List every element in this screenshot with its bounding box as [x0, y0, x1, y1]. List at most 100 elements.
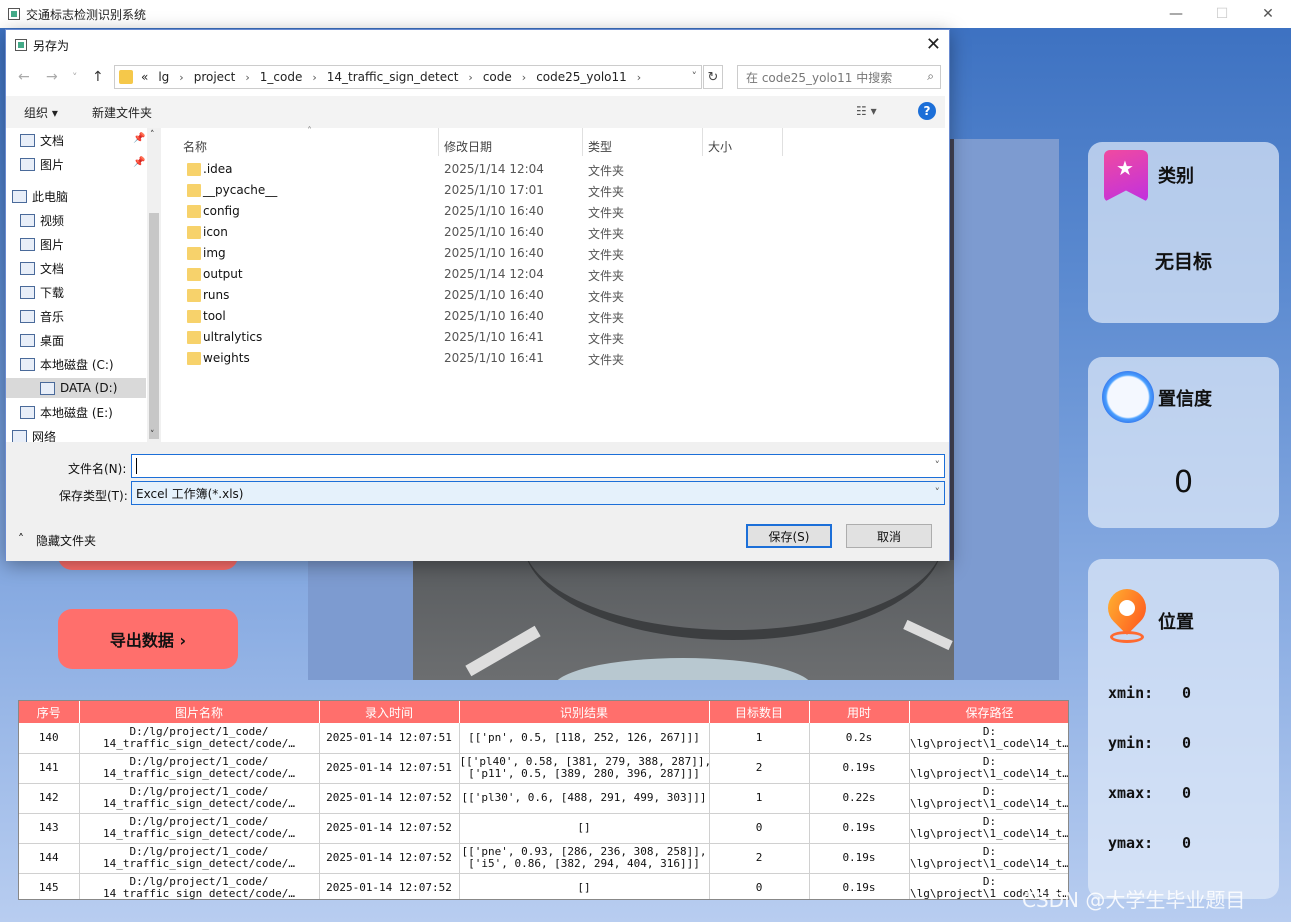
nav-item[interactable]: 下载: [20, 282, 64, 302]
filetype-dropdown-icon[interactable]: ˅: [935, 486, 941, 499]
nav-item[interactable]: 视频: [20, 210, 64, 230]
table-header-cell[interactable]: 录入时间: [319, 701, 460, 723]
recent-dropdown-icon[interactable]: ˅: [72, 71, 78, 84]
export-data-button[interactable]: 导出数据 ›: [58, 609, 238, 669]
refresh-icon[interactable]: ↻: [703, 65, 723, 89]
navigation-pane: 文档 📌 图片 📌 此电脑 视频 图片 文档 下载 音乐 桌面 本地磁盘 (C:) DATA (D:) 本…: [6, 128, 161, 442]
file-name: config: [203, 204, 240, 218]
new-folder-button[interactable]: 新建文件夹: [92, 104, 152, 121]
dialog-close-button[interactable]: ✕: [926, 34, 941, 55]
filetype-select[interactable]: Excel 工作簿(*.xls) ˅: [131, 481, 945, 505]
forward-arrow-icon[interactable]: →: [46, 69, 58, 85]
hide-folders-toggle[interactable]: 隐藏文件夹: [36, 532, 96, 549]
file-row[interactable]: ultralytics 2025/1/10 16:41 文件夹: [181, 328, 781, 348]
filename-input[interactable]: ˅: [131, 454, 945, 478]
column-size[interactable]: 大小: [708, 138, 732, 155]
back-arrow-icon[interactable]: ←: [18, 69, 30, 85]
ymax-value: 0: [1182, 834, 1192, 852]
nav-item-icon: [20, 237, 35, 251]
column-name[interactable]: 名称: [183, 138, 207, 155]
table-row[interactable]: 142 D:/lg/project/1_code/ 14_traffic_sign…: [19, 783, 1068, 814]
breadcrumb-overflow[interactable]: «: [141, 70, 148, 84]
nav-item[interactable]: 此电脑: [12, 186, 68, 206]
breadcrumb-1-code[interactable]: 1_code: [260, 70, 303, 84]
file-type: 文件夹: [588, 353, 625, 367]
table-row[interactable]: 145 D:/lg/project/1_code/ 14_traffic_sign…: [19, 873, 1068, 899]
address-bar[interactable]: « lg › project › 1_code › 14_traffic_sign_d…: [114, 65, 702, 89]
organize-menu[interactable]: 组织 ▾: [24, 104, 58, 121]
table-row[interactable]: 141 D:/lg/project/1_code/ 14_traffic_sign…: [19, 753, 1068, 784]
table-row[interactable]: 143 D:/lg/project/1_code/ 14_traffic_sign…: [19, 813, 1068, 844]
minimize-button[interactable]: —: [1153, 0, 1199, 28]
close-button[interactable]: ✕: [1245, 0, 1291, 28]
nav-item-label: 网络: [32, 429, 57, 443]
file-list: 名称 ˄ 修改日期 类型 大小 .idea 2025/1/14 12:04 文件夹 _…: [161, 126, 945, 442]
ymin-row: ymin: 0: [1108, 734, 1191, 752]
nav-item[interactable]: 图片: [20, 154, 64, 174]
xmax-value: 0: [1182, 784, 1192, 802]
filename-dropdown-icon[interactable]: ˅: [935, 459, 941, 472]
dialog-toolbar: 组织 ▾ 新建文件夹 ☷ ▾ ?: [6, 96, 945, 128]
nav-item[interactable]: 桌面: [20, 330, 64, 350]
hide-folders-chevron-icon[interactable]: ˄: [18, 532, 24, 546]
nav-item[interactable]: 音乐: [20, 306, 64, 326]
nav-item[interactable]: 本地磁盘 (C:): [20, 354, 114, 374]
address-bar-row: ← → ˅ ↑ « lg › project › 1_code › 14_traffi…: [6, 64, 951, 92]
table-header-cell[interactable]: 用时: [809, 701, 910, 723]
table-header-cell[interactable]: 保存路径: [909, 701, 1068, 723]
breadcrumb-code[interactable]: code: [483, 70, 512, 84]
file-row[interactable]: icon 2025/1/10 16:40 文件夹: [181, 223, 781, 243]
search-input[interactable]: 在 code25_yolo11 中搜索 ⌕: [737, 65, 941, 89]
file-name: ultralytics: [203, 330, 263, 344]
table-cell: 2025-01-14 12:07:52: [319, 813, 460, 844]
nav-item[interactable]: 本地磁盘 (E:): [20, 402, 113, 422]
nav-item-icon: [40, 381, 55, 395]
file-type: 文件夹: [588, 185, 625, 199]
file-date: 2025/1/14 12:04: [444, 267, 544, 281]
nav-item[interactable]: 文档: [20, 130, 64, 150]
file-row[interactable]: __pycache__ 2025/1/10 17:01 文件夹: [181, 181, 781, 201]
file-row[interactable]: weights 2025/1/10 16:41 文件夹: [181, 349, 781, 369]
save-button[interactable]: 保存(S): [746, 524, 832, 548]
file-row[interactable]: config 2025/1/10 16:40 文件夹: [181, 202, 781, 222]
nav-item[interactable]: DATA (D:): [6, 378, 146, 398]
search-icon: ⌕: [927, 69, 934, 83]
file-date: 2025/1/14 12:04: [444, 162, 544, 176]
nav-item[interactable]: 图片: [20, 234, 64, 254]
pin-icon[interactable]: 📌: [133, 133, 145, 144]
file-row[interactable]: tool 2025/1/10 16:40 文件夹: [181, 307, 781, 327]
nav-item[interactable]: 文档: [20, 258, 64, 278]
view-options-icon[interactable]: ☷ ▾: [856, 104, 877, 118]
table-header-cell[interactable]: 识别结果: [459, 701, 710, 723]
table-header-cell[interactable]: 目标数目: [709, 701, 810, 723]
help-icon[interactable]: ?: [918, 102, 936, 120]
table-cell: [['pl30', 0.6, [488, 291, 499, 303]]]: [459, 783, 710, 814]
pin-icon[interactable]: 📌: [133, 157, 145, 168]
breadcrumb-lg[interactable]: lg: [158, 70, 169, 84]
table-cell: 2025-01-14 12:07:51: [319, 723, 460, 754]
results-table[interactable]: 序号 图片名称 录入时间 识别结果 目标数目 用时 保存路径 140 D:/lg/projec…: [18, 700, 1069, 900]
nav-scrollbar[interactable]: ˄ ˅: [147, 128, 161, 442]
cancel-button[interactable]: 取消: [846, 524, 932, 548]
file-row[interactable]: runs 2025/1/10 16:40 文件夹: [181, 286, 781, 306]
file-name: .idea: [203, 162, 233, 176]
table-header-cell[interactable]: 图片名称: [79, 701, 320, 723]
breadcrumb-traffic-sign[interactable]: 14_traffic_sign_detect: [327, 70, 459, 84]
table-row[interactable]: 144 D:/lg/project/1_code/ 14_traffic_sign…: [19, 843, 1068, 874]
breadcrumb-project[interactable]: project: [194, 70, 236, 84]
breadcrumb-code25-yolo11[interactable]: code25_yolo11: [536, 70, 627, 84]
nav-item[interactable]: 网络: [12, 426, 57, 443]
nav-item-icon: [20, 405, 35, 419]
up-arrow-icon[interactable]: ↑: [92, 69, 104, 85]
file-row[interactable]: img 2025/1/10 16:40 文件夹: [181, 244, 781, 264]
ymin-value: 0: [1182, 734, 1192, 752]
address-dropdown-icon[interactable]: ˅: [692, 70, 698, 83]
table-row[interactable]: 140 D:/lg/project/1_code/ 14_traffic_sign…: [19, 723, 1068, 754]
maximize-button[interactable]: ☐: [1199, 0, 1245, 28]
file-type: 文件夹: [588, 164, 625, 178]
column-date[interactable]: 修改日期: [444, 138, 492, 155]
file-row[interactable]: output 2025/1/14 12:04 文件夹: [181, 265, 781, 285]
column-type[interactable]: 类型: [588, 138, 612, 155]
table-header-cell[interactable]: 序号: [19, 701, 80, 723]
file-row[interactable]: .idea 2025/1/14 12:04 文件夹: [181, 160, 781, 180]
